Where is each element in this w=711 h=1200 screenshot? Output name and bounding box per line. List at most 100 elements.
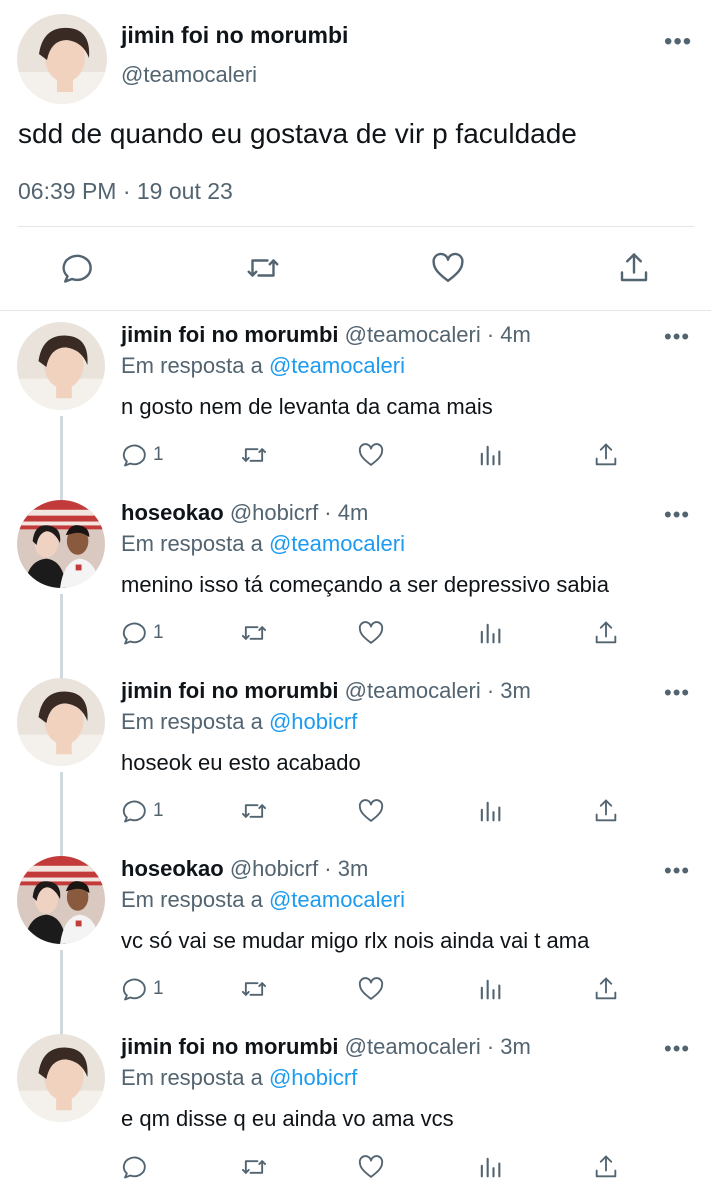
mention-link[interactable]: @teamocaleri [269, 887, 405, 912]
retweet-button[interactable] [240, 440, 268, 470]
reply-count: 1 [153, 978, 164, 999]
more-options-icon[interactable]: ••• [664, 860, 690, 882]
more-options-icon[interactable]: ••• [664, 30, 692, 54]
in-reply-label: Em resposta a [121, 887, 269, 912]
reply-text: vc só vai se mudar migo rlx nois ainda v… [121, 928, 590, 953]
retweet-icon [241, 448, 267, 462]
tweet-text: sdd de quando eu gostava de vir p faculd… [18, 118, 577, 149]
reply-tweet[interactable]: jimin foi no morumbi @teamocaleri · 4m •… [0, 310, 711, 488]
main-tweet: jimin foi no morumbi @teamocaleri ••• sd… [0, 0, 711, 312]
display-name[interactable]: jimin foi no morumbi [121, 322, 339, 347]
more-options-icon[interactable]: ••• [664, 326, 690, 348]
reply-text: hoseok eu esto acabado [121, 750, 361, 775]
retweet-icon[interactable] [245, 250, 281, 286]
avatar[interactable] [17, 322, 105, 410]
reply-icon[interactable] [60, 250, 96, 286]
mention-link[interactable]: @teamocaleri [269, 531, 405, 556]
in-reply-to: Em resposta a @teamocaleri [121, 353, 405, 379]
analytics-button[interactable] [476, 974, 504, 1004]
reply-tweet[interactable]: hoseokao @hobicrf · 3m ••• Em resposta a… [0, 844, 711, 1022]
share-button[interactable] [592, 796, 620, 826]
share-button[interactable] [592, 440, 620, 470]
retweet-icon [241, 982, 267, 996]
like-button[interactable] [357, 618, 385, 648]
handle-time[interactable]: @hobicrf · 4m [230, 500, 368, 525]
share-button[interactable] [592, 974, 620, 1004]
analytics-icon [480, 445, 501, 466]
reply-tweet[interactable]: jimin foi no morumbi @teamocaleri · 3m •… [0, 666, 711, 844]
divider [18, 226, 694, 227]
like-icon [358, 621, 384, 644]
handle-time[interactable]: @hobicrf · 3m [230, 856, 368, 881]
analytics-button[interactable] [476, 440, 504, 470]
like-button[interactable] [357, 1152, 385, 1182]
display-name[interactable]: hoseokao [121, 500, 224, 525]
avatar[interactable] [17, 856, 105, 944]
retweet-icon [241, 804, 267, 818]
like-button[interactable] [357, 974, 385, 1004]
share-icon[interactable] [616, 250, 652, 286]
reply-icon [122, 800, 146, 823]
retweet-icon [241, 626, 267, 640]
in-reply-to: Em resposta a @teamocaleri [121, 887, 405, 913]
handle-time[interactable]: @teamocaleri · 3m [345, 1034, 531, 1059]
like-button[interactable] [357, 796, 385, 826]
username-handle[interactable]: @teamocaleri [121, 62, 257, 88]
retweet-button[interactable] [240, 796, 268, 826]
retweet-button[interactable] [240, 618, 268, 648]
in-reply-label: Em resposta a [121, 1065, 269, 1090]
handle-time[interactable]: @teamocaleri · 3m [345, 678, 531, 703]
display-name[interactable]: jimin foi no morumbi [121, 1034, 339, 1059]
reply-button[interactable]: 1 [121, 796, 164, 826]
retweet-button[interactable] [240, 1152, 268, 1182]
reply-header: jimin foi no morumbi @teamocaleri · 4m [121, 322, 531, 348]
avatar[interactable] [17, 14, 107, 104]
analytics-button[interactable] [476, 1152, 504, 1182]
retweet-icon [241, 1160, 267, 1174]
in-reply-label: Em resposta a [121, 353, 269, 378]
in-reply-to: Em resposta a @hobicrf [121, 1065, 357, 1091]
share-button[interactable] [592, 618, 620, 648]
share-button[interactable] [592, 1152, 620, 1182]
analytics-button[interactable] [476, 618, 504, 648]
analytics-button[interactable] [476, 796, 504, 826]
share-icon [595, 621, 617, 644]
reply-icon [122, 444, 146, 467]
like-icon [358, 977, 384, 1000]
retweet-button[interactable] [240, 974, 268, 1004]
like-button[interactable] [357, 440, 385, 470]
mention-link[interactable]: @teamocaleri [269, 353, 405, 378]
reply-header: jimin foi no morumbi @teamocaleri · 3m [121, 1034, 531, 1060]
like-icon[interactable] [430, 250, 466, 286]
reply-count: 1 [153, 444, 164, 465]
in-reply-to: Em resposta a @teamocaleri [121, 531, 405, 557]
analytics-icon [480, 623, 501, 644]
avatar[interactable] [17, 678, 105, 766]
reply-icon [122, 978, 146, 1001]
reply-text: n gosto nem de levanta da cama mais [121, 394, 493, 419]
in-reply-to: Em resposta a @hobicrf [121, 709, 357, 735]
avatar[interactable] [17, 1034, 105, 1122]
handle-time[interactable]: @teamocaleri · 4m [345, 322, 531, 347]
reply-button[interactable]: 1 [121, 440, 164, 470]
more-options-icon[interactable]: ••• [664, 504, 690, 526]
like-icon [358, 799, 384, 822]
reply-header: jimin foi no morumbi @teamocaleri · 3m [121, 678, 531, 704]
avatar[interactable] [17, 500, 105, 588]
reply-tweet[interactable]: jimin foi no morumbi @teamocaleri · 3m •… [0, 1022, 711, 1200]
reply-button[interactable]: 1 [121, 618, 164, 648]
reply-button[interactable] [121, 1152, 153, 1182]
tweet-timestamp[interactable]: 06:39 PM · 19 out 23 [18, 178, 233, 205]
display-name[interactable]: jimin foi no morumbi [121, 22, 348, 49]
like-icon [358, 443, 384, 466]
analytics-icon [480, 979, 501, 1000]
display-name[interactable]: hoseokao [121, 856, 224, 881]
mention-link[interactable]: @hobicrf [269, 709, 357, 734]
reply-tweet[interactable]: hoseokao @hobicrf · 4m ••• Em resposta a… [0, 488, 711, 666]
mention-link[interactable]: @hobicrf [269, 1065, 357, 1090]
reply-count: 1 [153, 622, 164, 643]
display-name[interactable]: jimin foi no morumbi [121, 678, 339, 703]
reply-button[interactable]: 1 [121, 974, 164, 1004]
more-options-icon[interactable]: ••• [664, 1038, 690, 1060]
more-options-icon[interactable]: ••• [664, 682, 690, 704]
